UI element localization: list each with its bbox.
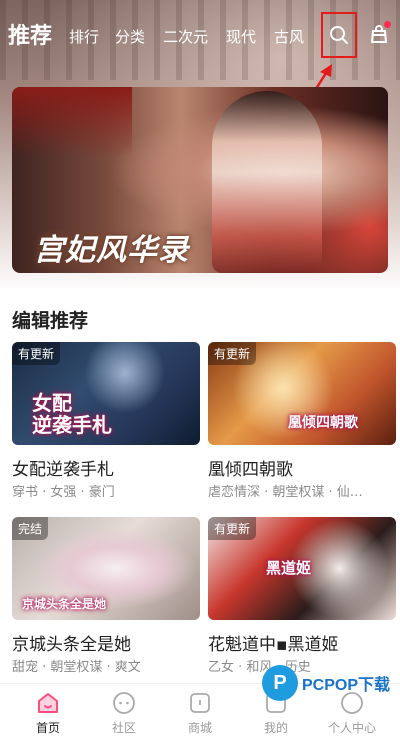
bottom-nav-community[interactable]: 社区 (84, 684, 164, 737)
tab-category[interactable]: 分类 (115, 26, 145, 47)
book-tags: 甜宠 · 朝堂权谋 · 爽文 (12, 660, 141, 675)
featured-banner[interactable]: 宫妃风华录 (12, 87, 388, 273)
watermark: P PCPOP下载 (262, 658, 394, 708)
banner-title: 宫妃风华录 (34, 233, 189, 268)
book-card[interactable]: 京城头条全是她 完结 京城头条全是她 甜宠 · 朝堂权谋 · 爽文 (12, 517, 200, 675)
shopping-bag-button[interactable] (366, 21, 392, 47)
cover-title-art: 黑道姬 (266, 559, 312, 577)
update-badge: 有更新 (12, 342, 61, 365)
book-tags: 虐恋情深 · 朝堂权谋 · 仙… (208, 485, 363, 500)
book-cover: 女配 逆袭手札 有更新 (12, 342, 200, 445)
tab-ranking[interactable]: 排行 (69, 26, 99, 47)
banner-curtain (12, 87, 132, 157)
book-card[interactable]: 黑道姬 有更新 花魁道中▪黑道姬 乙女 · 和风 · 历史 (208, 517, 396, 675)
notification-dot (384, 21, 391, 28)
watermark-logo: P (262, 665, 298, 701)
section-title: 编辑推荐 (12, 310, 89, 332)
bottom-nav-label: 首页 (35, 721, 60, 735)
bottom-nav-label: 我的 (263, 721, 288, 735)
watermark-text: PCPOP下载 (302, 677, 391, 694)
banner-character-art (212, 91, 322, 273)
book-card[interactable]: 凰倾四朝歌 有更新 凰倾四朝歌 虐恋情深 · 朝堂权谋 · 仙… (208, 342, 396, 500)
book-cover: 凰倾四朝歌 有更新 (208, 342, 396, 445)
bottom-nav-label: 商城 (187, 721, 212, 735)
tab-anime[interactable]: 二次元 (163, 26, 208, 47)
book-cover: 京城头条全是她 完结 (12, 517, 200, 620)
completed-badge: 完结 (12, 517, 49, 540)
tab-recommend[interactable]: 推荐 (8, 18, 52, 50)
search-button[interactable] (321, 12, 357, 58)
store-icon (187, 690, 213, 716)
book-card[interactable]: 女配 逆袭手札 有更新 女配逆袭手札 穿书 · 女强 · 豪门 (12, 342, 200, 500)
update-badge: 有更新 (208, 342, 257, 365)
community-icon (111, 690, 137, 716)
bottom-nav-label: 个人中心 (327, 721, 376, 735)
cover-title-art: 凰倾四朝歌 (288, 415, 358, 431)
book-title: 凰倾四朝歌 (208, 460, 293, 480)
book-title: 女配逆袭手札 (12, 460, 114, 480)
book-cover: 黑道姬 有更新 (208, 517, 396, 620)
bottom-nav-label: 社区 (111, 721, 136, 735)
cover-title-art: 女配 逆袭手札 (32, 391, 112, 437)
book-tags: 穿书 · 女强 · 豪门 (12, 485, 115, 500)
bottom-nav-store[interactable]: 商城 (160, 684, 240, 737)
search-icon (330, 26, 348, 44)
book-title: 花魁道中▪黑道姬 (208, 635, 339, 655)
tab-ancient[interactable]: 古风 (274, 26, 304, 47)
cover-title-art: 京城头条全是她 (22, 597, 107, 611)
bottom-nav-home[interactable]: 首页 (8, 684, 88, 737)
book-title: 京城头条全是她 (12, 635, 131, 655)
home-icon (35, 690, 61, 716)
tab-modern[interactable]: 现代 (226, 26, 256, 47)
update-badge: 有更新 (208, 517, 257, 540)
